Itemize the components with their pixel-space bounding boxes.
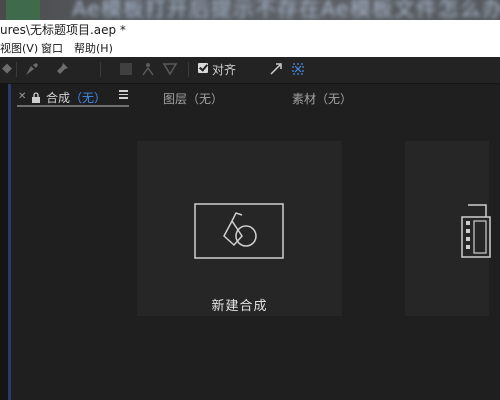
tab-layer[interactable]: 图层（无） bbox=[163, 90, 223, 107]
tab-composition-label: 合成 bbox=[46, 91, 71, 105]
toolbar-separator bbox=[16, 62, 17, 77]
composition-icon bbox=[194, 203, 284, 259]
new-composition-from-footage-card[interactable] bbox=[405, 141, 492, 316]
tab-footage[interactable]: 素材（无） bbox=[292, 90, 352, 107]
align-checkbox[interactable] bbox=[198, 63, 208, 73]
new-composition-card[interactable]: 新建合成 bbox=[137, 141, 342, 316]
menu-bar: 视图(V) 窗口 帮助(H) bbox=[0, 37, 500, 58]
tab-close-icon[interactable]: ✕ bbox=[18, 91, 26, 102]
new-composition-label: 新建合成 bbox=[211, 299, 268, 314]
overlay-banner: Ae模板打开后提示不存在Ae模板文件怎么办 bbox=[0, 0, 500, 20]
film-strip-icon bbox=[452, 203, 492, 263]
active-tab-indicator bbox=[17, 105, 129, 107]
toolbar-separator bbox=[188, 62, 189, 77]
tab-composition[interactable]: 合成（无） bbox=[46, 89, 106, 106]
puppet-alt-icon[interactable] bbox=[162, 61, 178, 82]
overlay-thumbnail bbox=[6, 0, 40, 20]
window-title: ures\无标题项目.aep * bbox=[0, 23, 126, 37]
left-panel-strip bbox=[0, 84, 8, 400]
tab-composition-none: （无） bbox=[70, 91, 107, 105]
menu-view[interactable]: 视图(V) bbox=[0, 40, 38, 56]
shape-icon[interactable] bbox=[118, 61, 134, 82]
puppet-icon[interactable] bbox=[140, 61, 156, 82]
align-label: 对齐 bbox=[212, 63, 237, 77]
pin-icon[interactable]: ◆ bbox=[2, 61, 12, 77]
expand-icon[interactable] bbox=[268, 61, 284, 82]
tab-menu-icon[interactable] bbox=[119, 90, 128, 99]
pin-tool-icon[interactable] bbox=[54, 61, 70, 82]
toolbar: ◆ 对齐 bbox=[0, 57, 500, 84]
panel-tab-bar: ✕ 合成（无） 图层（无） 素材（无） bbox=[11, 84, 500, 108]
overlay-caption: Ae模板打开后提示不存在Ae模板文件怎么办 bbox=[72, 0, 500, 20]
ae-window: Ae模板打开后提示不存在Ae模板文件怎么办 ures\无标题项目.aep * 视… bbox=[0, 0, 500, 400]
lock-icon[interactable] bbox=[31, 89, 41, 103]
title-bar: ures\无标题项目.aep * bbox=[0, 20, 500, 37]
pen-icon[interactable] bbox=[24, 61, 40, 82]
snap-icon[interactable] bbox=[290, 61, 306, 82]
toolbar-separator bbox=[100, 62, 101, 77]
menu-help[interactable]: 帮助(H) bbox=[74, 40, 113, 56]
menu-window[interactable]: 窗口 bbox=[41, 40, 63, 56]
